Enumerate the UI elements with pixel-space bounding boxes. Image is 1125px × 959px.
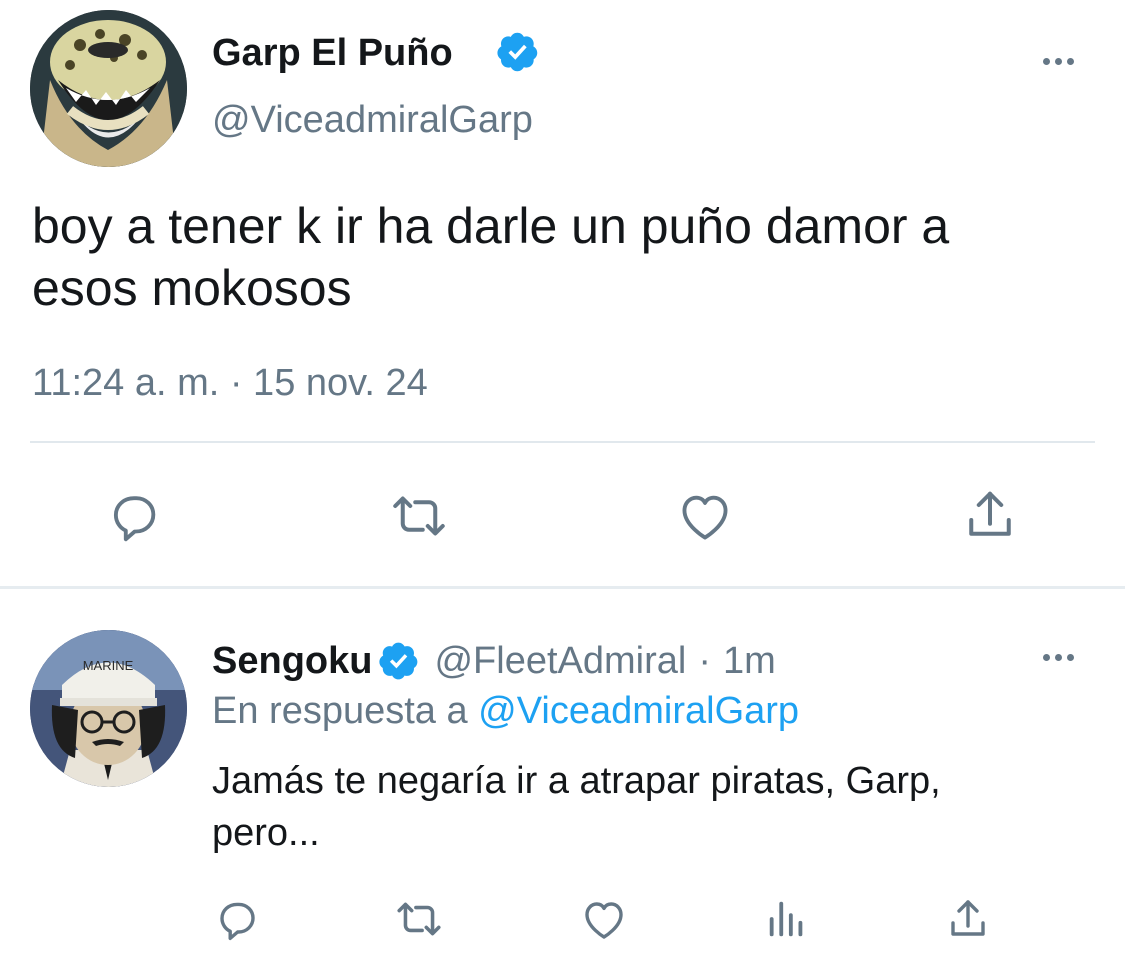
retweet-icon[interactable] — [386, 486, 452, 546]
reply-text-line-2: pero... — [212, 812, 320, 854]
reply-icon[interactable] — [105, 488, 163, 546]
author-name[interactable]: Garp El Puño — [212, 30, 453, 76]
reply-author-avatar[interactable]: MARINE — [30, 630, 187, 787]
reply-share-icon[interactable] — [944, 894, 992, 944]
reply-like-icon[interactable] — [580, 896, 628, 944]
reply-author-handle[interactable]: @FleetAdmiral — [434, 640, 686, 683]
reply-header: Sengoku @FleetAdmiral · 1m — [212, 636, 776, 686]
reply-verified-badge-icon — [378, 640, 420, 682]
reply-text-line-1: Jamás te negaría ir a atrapar piratas, G… — [212, 760, 941, 802]
like-icon[interactable] — [676, 488, 734, 546]
author-handle[interactable]: @ViceadmiralGarp — [212, 98, 533, 142]
reply-time[interactable]: 1m — [723, 640, 776, 683]
divider — [30, 441, 1095, 443]
analytics-icon[interactable] — [764, 896, 810, 942]
author-avatar[interactable] — [30, 10, 187, 167]
reply-more-options-icon[interactable] — [1043, 654, 1074, 661]
replying-to-label: En respuesta a — [212, 690, 468, 732]
reply-reply-icon[interactable] — [213, 896, 261, 944]
reply-retweet-icon[interactable] — [392, 894, 446, 944]
reply-author-name[interactable]: Sengoku — [212, 640, 372, 683]
verified-badge-icon — [496, 30, 540, 74]
replying-to-handle[interactable]: @ViceadmiralGarp — [478, 690, 799, 732]
reply-time-separator: · — [698, 639, 711, 682]
replying-to: En respuesta a @ViceadmiralGarp — [212, 688, 799, 734]
tweet-text-line-2: esos mokosos — [32, 260, 352, 316]
cap-marine-text: MARINE — [83, 658, 134, 673]
share-icon[interactable] — [960, 484, 1020, 546]
more-options-icon[interactable] — [1043, 58, 1074, 65]
section-divider — [0, 586, 1125, 589]
tweet-text-line-1: boy a tener k ir ha darle un puño damor … — [32, 198, 950, 254]
tweet-timestamp[interactable]: 11:24 a. m. · 15 nov. 24 — [32, 360, 428, 406]
